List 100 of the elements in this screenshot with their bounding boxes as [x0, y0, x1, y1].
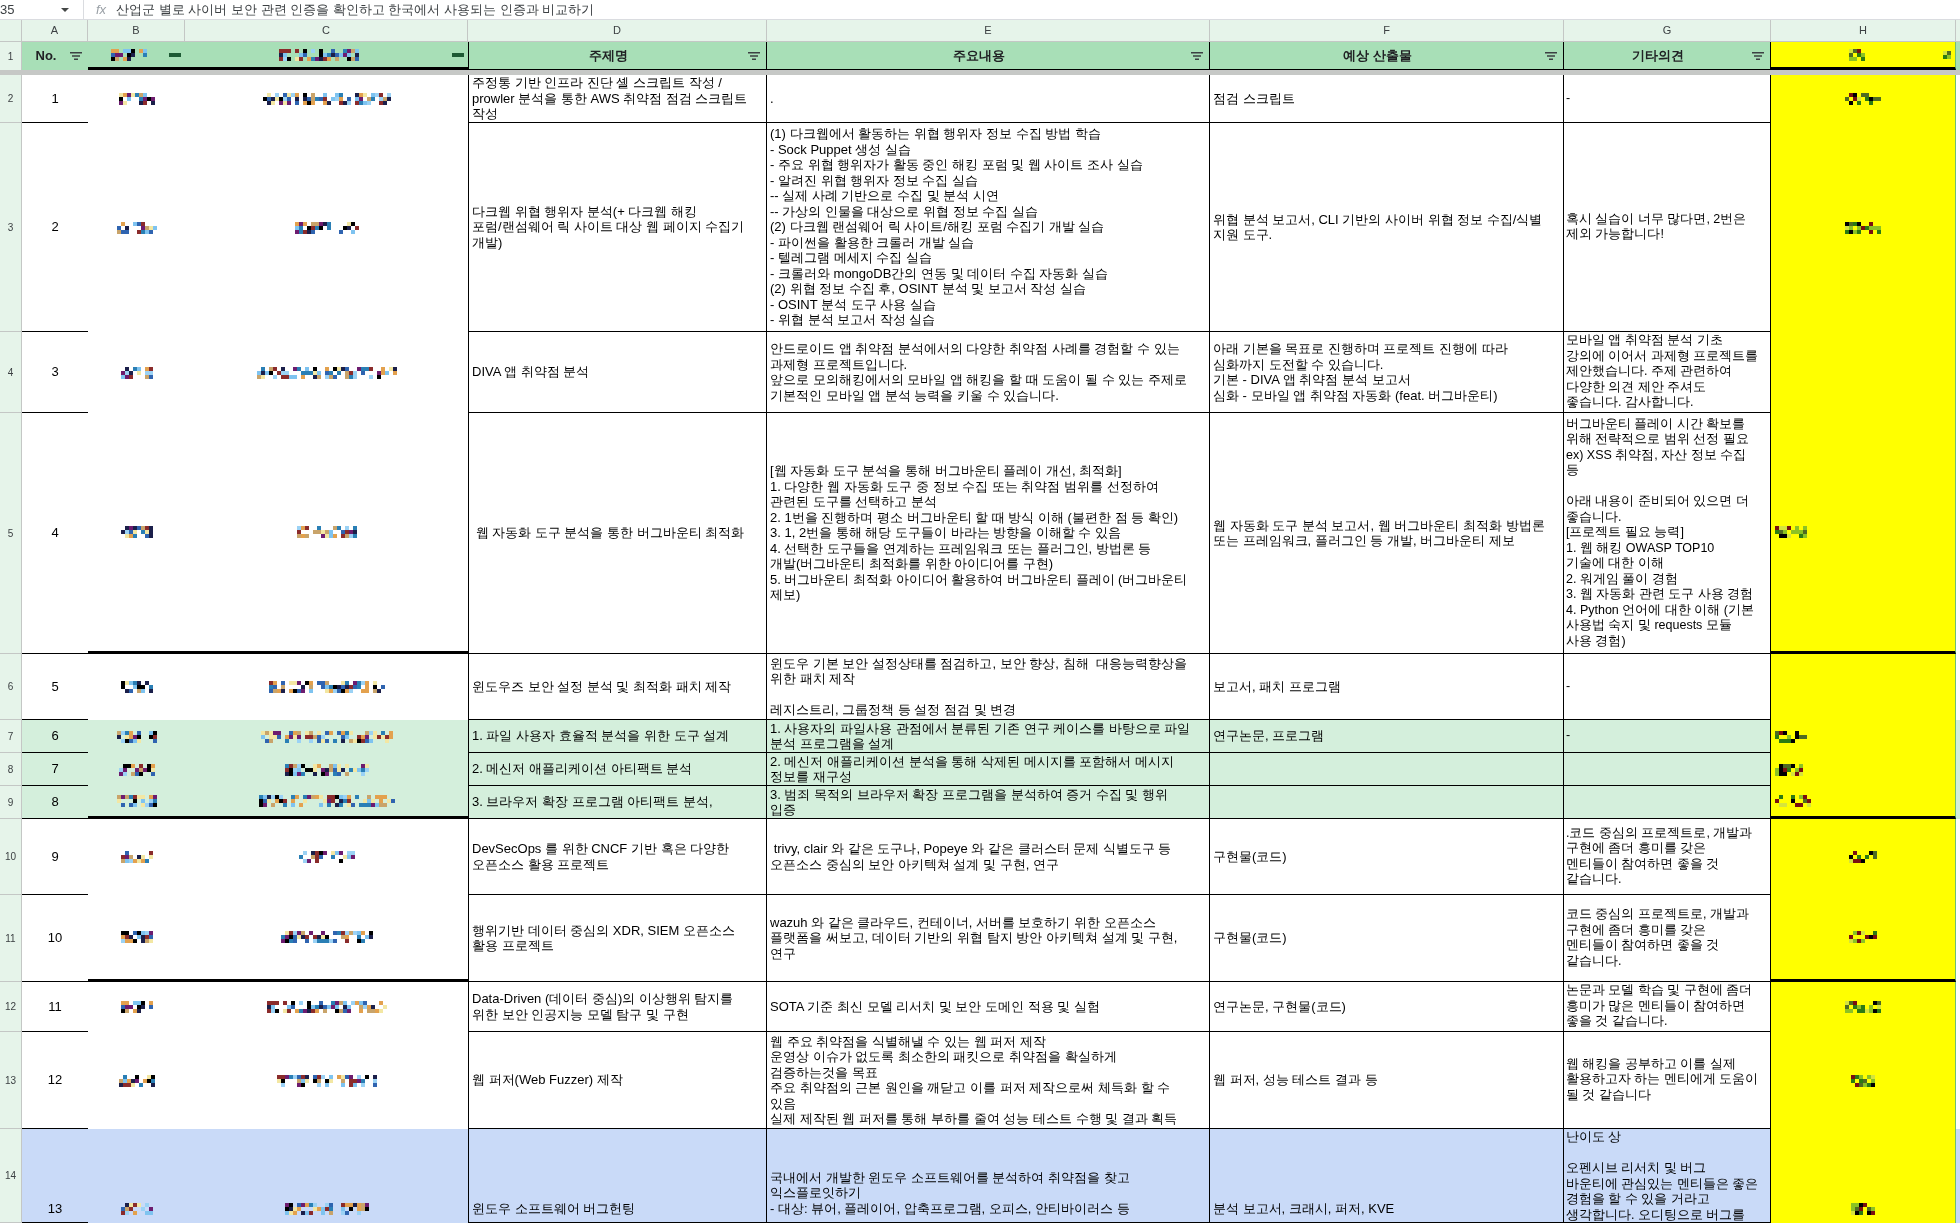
topic-text: 웹 자동화 도구 분석을 통한 버그바운티 최적화 — [474, 525, 745, 541]
caret-icon[interactable] — [61, 7, 69, 12]
pixel-mosaic-icon — [1849, 851, 1877, 863]
row-header[interactable]: 14 — [0, 1129, 22, 1223]
deliverable-text: 웹 퍼저, 성능 테스트 결과 등 — [1213, 1072, 1378, 1088]
column-header[interactable]: E — [767, 20, 1210, 41]
name-box[interactable]: 35 — [0, 0, 84, 19]
deliverable-text: 아래 기본을 목표로 진행하며 프로젝트 진행에 따라 심화까지 도전할 수 있습니다. 기본 - DIVA 앱 취약점 분석 보고서 심화 - 모바일 앱 취약점 자동화 (feat. 버그바운티) — [1213, 341, 1508, 403]
filter-icon[interactable] — [748, 51, 760, 60]
column-header[interactable]: D — [468, 20, 767, 41]
item-number: 4 — [51, 525, 59, 541]
item-number: 10 — [47, 930, 63, 946]
pixel-mosaic-icon — [298, 851, 355, 863]
row-header[interactable]: 10 — [0, 819, 22, 895]
row-header[interactable]: 2 — [0, 75, 22, 123]
column-title: 기타의견 — [1631, 46, 1685, 65]
pixel-mosaic-icon — [120, 1001, 153, 1013]
content-text: 안드로이드 앱 취약점 분석에서의 다양한 취약점 사례를 경험할 수 있는 과제형 프로젝트입니다. 앞으로 모의해킹에서의 모바일 앱 해킹을 할 때 도움이 될 수 있는 주제로 기본적인 모바일 앱 분석 능력을 키울 수 있습니다. — [770, 341, 1187, 403]
item-number: 13 — [47, 1200, 63, 1216]
topic-text: 윈도우 소프트웨어 버그헌팅 — [472, 1200, 636, 1216]
pixel-mosaic-icon — [262, 93, 391, 105]
pixel-mosaic-icon — [1851, 1203, 1875, 1215]
row-header[interactable]: 1 — [0, 42, 22, 70]
pixel-mosaic-icon — [110, 48, 147, 61]
column-header[interactable]: C — [185, 20, 468, 41]
item-number: 8 — [51, 794, 59, 810]
row-header[interactable]: 8 — [0, 753, 22, 786]
item-number: 9 — [51, 848, 59, 865]
content-text: SOTA 기준 최신 모델 리서치 및 보안 도메인 적용 및 실험 — [770, 998, 1100, 1015]
comment-text: 난이도 상 오펜시브 리서치 및 버그 바운티에 관심있는 멘티들은 좋은 경험을 할 수 있을 거라고 생각합니다. 오디팅으로 버그를 — [1566, 1130, 1759, 1222]
filter-icon[interactable] — [70, 52, 82, 60]
topic-text: 웹 퍼저(Web Fuzzer) 제작 — [472, 1072, 623, 1088]
pixel-mosaic-icon — [280, 931, 373, 943]
filter-icon[interactable] — [1191, 51, 1203, 60]
pixel-mosaic-icon — [1775, 526, 1807, 538]
comment-text: - — [1566, 90, 1571, 107]
topic-text: 3. 브라우저 확장 프로그램 아티팩트 분석, — [472, 794, 713, 810]
pixel-mosaic-icon — [116, 795, 157, 807]
row-header[interactable]: 11 — [0, 895, 22, 982]
comment-text: 코드 중심의 프로젝트로, 개발과 구현에 좀더 흥미를 갖은 멘티들이 참여하면 좋을 것 같습니다. — [1566, 907, 1749, 969]
content-text: 국내에서 개발한 윈도우 소프트웨어를 분석하여 취약점을 찾고 익스플로잇하기 - 대상: 뷰어, 플레이어, 압축프로그램, 오피스, 안티바이러스 등 — [770, 1169, 1130, 1216]
row-header[interactable]: 4 — [0, 332, 22, 413]
filter-icon[interactable] — [1545, 51, 1557, 60]
item-number: 2 — [51, 219, 59, 235]
column-header[interactable]: F — [1210, 20, 1564, 41]
comment-text: 혹시 실습이 너무 많다면, 2번은 제외 가능합니다! — [1566, 211, 1747, 243]
pixel-mosaic-icon — [1845, 221, 1881, 234]
pixel-mosaic-icon — [1849, 931, 1877, 943]
content-text: wazuh 와 같은 클라우드, 컨테이너, 서버를 보호하기 위한 오픈소스 플랫폼을 써보고, 데이터 기반의 위협 탐지 방안 아키텍쳐 설계 및 구현, 연구 — [770, 914, 1178, 962]
filter-icon[interactable] — [1752, 51, 1764, 60]
item-number: 6 — [51, 728, 59, 744]
pixel-mosaic-icon — [284, 1203, 369, 1215]
pixel-mosaic-icon — [256, 366, 397, 379]
content-text: 3. 범죄 목적의 브라우저 확장 프로그램을 분석하여 증거 수집 및 행위 입증 — [770, 786, 1168, 818]
column-header[interactable]: H — [1771, 20, 1956, 41]
topic-text: Data-Driven (데이터 중심)의 이상행위 탐지를 위한 보안 인공지능 모델 탐구 및 구현 — [472, 991, 734, 1022]
deliverable-text: 웹 자동화 도구 분석 보고서, 웹 버그바운티 최적화 방법론 또는 프레임워크, 플러그인 등 개발, 버그바운티 제보 — [1213, 517, 1545, 549]
pixel-mosaic-icon — [118, 1074, 155, 1087]
row-header[interactable]: 7 — [0, 720, 22, 753]
pixel-mosaic-icon — [118, 763, 155, 776]
row-header[interactable]: 6 — [0, 654, 22, 720]
column-title: 주요내용 — [952, 46, 1006, 65]
comment-text: - — [1566, 728, 1571, 744]
formula-input[interactable]: 산업군 별로 사이버 보안 관련 인증을 확인하고 한국에서 사용되는 인증과 비교하기 — [116, 0, 595, 20]
topic-text: DIVA 앱 취약점 분석 — [472, 364, 590, 380]
deliverable-text: 구현물(코드) — [1213, 848, 1287, 865]
pixel-mosaic-icon — [120, 681, 153, 693]
column-header[interactable]: B — [88, 20, 185, 41]
pixel-mosaic-icon — [120, 1203, 153, 1215]
content-text: 웹 주요 취약점을 식별해낼 수 있는 웹 퍼저 제작 운영상 이슈가 없도록 최소한의 패킷으로 취약점을 확실하게 검증하는것을 목표 주요 취약점의 근본 원인을 깨닫고 이를 퍼저 제작으로써 체득화 할 수 있음 실제 제작된 웹 퍼저를 통해 부하를 줄여 성능 테스트 수행 및 결과 획득 — [770, 1033, 1178, 1127]
pixel-mosaic-icon — [1775, 795, 1811, 807]
topic-text: DevSecOps 를 위한 CNCF 기반 혹은 다양한 오픈소스 활용 프로젝트 — [472, 841, 730, 872]
content-text: 1. 사용자의 파일사용 관점에서 분류된 기존 연구 케이스를 바탕으로 파일 분석 프로그램을 설계 — [770, 720, 1191, 752]
pixel-mosaic-icon — [284, 763, 369, 776]
deliverable-text: 위협 분석 보고서, CLI 기반의 사이버 위협 정보 수집/식별 지원 도구. — [1213, 211, 1543, 243]
row-header[interactable]: 3 — [0, 123, 22, 332]
pixel-mosaic-icon — [120, 366, 153, 379]
deliverable-text: 분석 보고서, 크래시, 퍼저, KVE — [1213, 1200, 1395, 1216]
row-header[interactable]: 12 — [0, 982, 22, 1032]
column-title: 주제명 — [588, 46, 629, 65]
pixel-mosaic-icon — [1845, 93, 1881, 105]
bar-icon — [169, 52, 181, 57]
row-header[interactable]: 9 — [0, 786, 22, 819]
pixel-mosaic-icon — [260, 730, 393, 743]
comment-text: .코드 중심의 프로젝트로, 개발과 구현에 좀더 흥미를 갖은 멘티들이 참여하면 좋을 것 같습니다. — [1566, 825, 1753, 888]
pixel-mosaic-icon — [116, 730, 157, 743]
pixel-mosaic-icon — [116, 221, 157, 234]
topic-text: 주정통 기반 인프라 진단 셸 스크립트 작성 / prowler 분석을 통한 AWS 취약점 점검 스크립트 작성 — [472, 75, 748, 122]
item-number: 5 — [51, 678, 59, 695]
column-header[interactable]: G — [1564, 20, 1771, 41]
topic-text: 다크웹 위협 행위자 분석(+ 다크웹 해킹 포럼/랜섬웨어 릭 사이트 대상 웹 페이지 수집기 개발) — [472, 203, 745, 251]
comment-text: 모바일 앱 취약점 분석 기초 강의에 이어서 과제형 프로젝트를 제안했습니다. 주제 관련하여 다양한 의견 제안 주셔도 좋습니다. 감사합니다. — [1566, 333, 1759, 411]
deliverable-text: 연구논문, 구현물(코드) — [1213, 998, 1346, 1015]
pixel-mosaic-icon — [278, 48, 359, 61]
row-header[interactable]: 5 — [0, 413, 22, 654]
row-header[interactable]: 13 — [0, 1032, 22, 1129]
pixel-mosaic-icon — [266, 1001, 387, 1013]
comment-text: 논문과 모델 학습 및 구현에 좀더 흥미가 많은 멘티들이 참여하면 좋을 것 같습니다. — [1566, 983, 1753, 1030]
content-text: 윈도우 기본 보안 설정상태를 점검하고, 보안 향상, 침해 대응능력향상을 위한 패치 제작 레지스트리, 그룹정책 등 설정 점검 및 변경 — [770, 655, 1187, 718]
column-header[interactable]: A — [22, 20, 88, 41]
